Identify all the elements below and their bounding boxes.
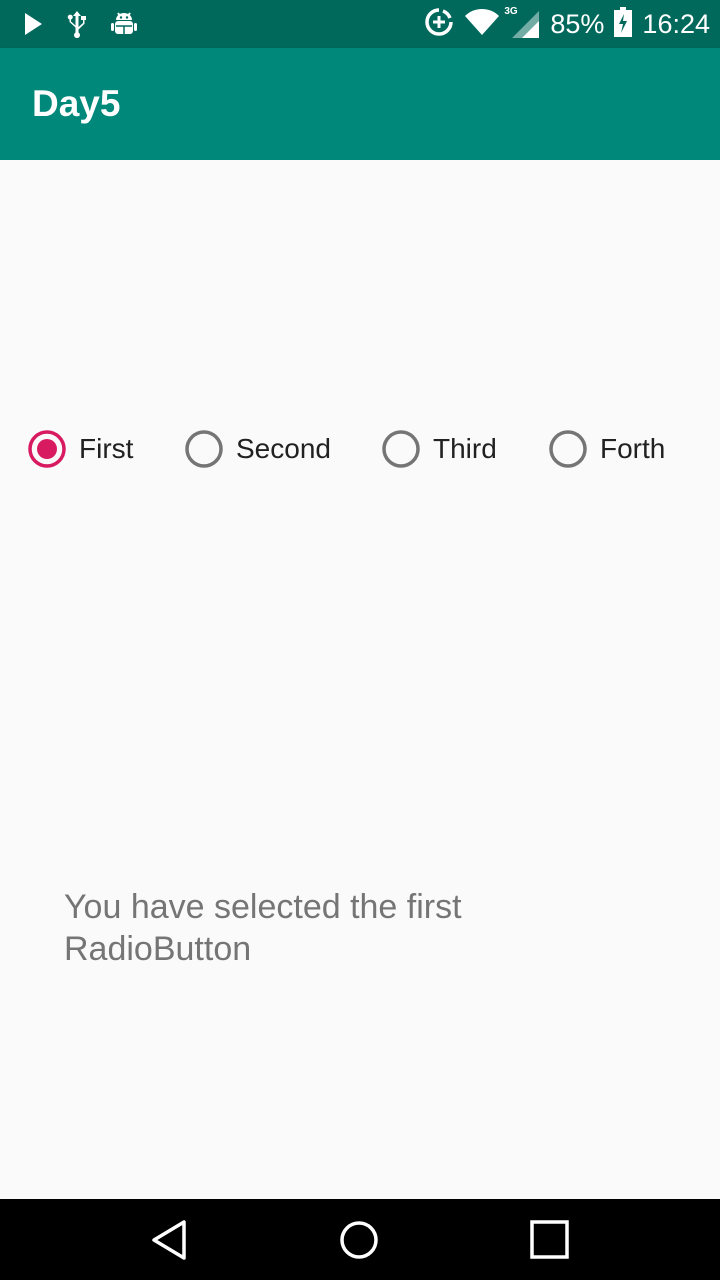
play-icon xyxy=(22,11,44,41)
usb-icon xyxy=(64,10,90,42)
radio-group: First Second Third Forth xyxy=(0,426,720,472)
radio-option-third[interactable]: Third xyxy=(381,426,497,472)
radio-option-forth[interactable]: Forth xyxy=(548,426,665,472)
content-area: First Second Third Forth You have select… xyxy=(0,160,720,1199)
radio-option-first[interactable]: First xyxy=(27,426,133,472)
radio-label-first: First xyxy=(79,433,134,464)
radio-label-second: Second xyxy=(236,433,331,464)
data-saver-icon xyxy=(424,7,454,41)
clock: 16:24 xyxy=(642,9,710,39)
battery-charging-icon xyxy=(614,7,633,41)
network-type-label: 3G xyxy=(504,6,518,17)
battery-percent: 85% xyxy=(550,9,605,39)
radio-checked-icon[interactable] xyxy=(27,429,67,469)
radio-label-third: Third xyxy=(433,433,497,464)
cell-signal-icon: 3G xyxy=(504,6,540,39)
radio-unchecked-icon[interactable] xyxy=(381,429,421,469)
status-bar: 3G 85% 16:24 xyxy=(0,0,720,48)
home-icon[interactable] xyxy=(336,1217,382,1263)
system-status-area: 3G 85% 16:24 xyxy=(424,6,710,42)
wifi-icon xyxy=(464,8,500,40)
android-debug-icon xyxy=(110,10,138,42)
navigation-bar xyxy=(0,1199,720,1280)
recents-icon[interactable] xyxy=(527,1217,573,1263)
notification-icons xyxy=(22,10,138,42)
radio-unchecked-icon[interactable] xyxy=(548,429,588,469)
radio-label-forth: Forth xyxy=(600,433,666,464)
radio-unchecked-icon[interactable] xyxy=(184,429,224,469)
radio-option-second[interactable]: Second xyxy=(184,426,331,472)
back-icon[interactable] xyxy=(148,1217,194,1263)
app-title: Day5 xyxy=(32,83,121,124)
selection-message: You have selected the first RadioButton xyxy=(64,888,462,968)
app-bar: Day5 xyxy=(0,48,720,160)
